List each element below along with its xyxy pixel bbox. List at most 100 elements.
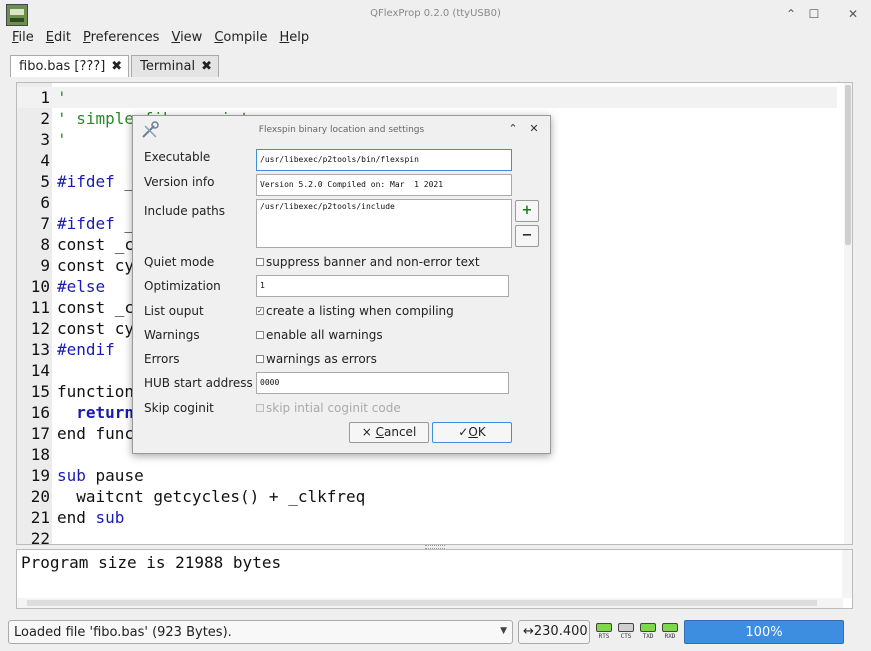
skip-coginit-checkbox[interactable]: skip intial coginit code — [256, 401, 401, 415]
progress-bar: 100% — [684, 620, 844, 644]
code-token: ' — [57, 88, 67, 107]
checkbox-box — [256, 258, 264, 266]
quiet-mode-checkbox[interactable]: suppress banner and non-error text — [256, 255, 480, 269]
output-vertical-scrollbar[interactable] — [842, 550, 852, 598]
editor-scrollbar[interactable] — [844, 83, 852, 544]
quiet-mode-label: Quiet mode — [144, 255, 215, 269]
line-text: #endif — [57, 339, 115, 360]
dialog-title-bar: Flexspin binary location and settings ⌃ … — [133, 116, 550, 144]
menu-help[interactable]: Help — [273, 29, 315, 49]
code-line[interactable]: 1 ' — [17, 87, 837, 108]
code-line[interactable]: 20 waitcnt getcycles() + _clkfreq — [17, 486, 837, 507]
line-number: 17 — [30, 424, 50, 443]
tab-close-icon[interactable]: ✖ — [111, 57, 122, 77]
status-message-combo[interactable]: Loaded file 'fibo.bas' (923 Bytes). ▼ — [8, 620, 513, 644]
menu-compile[interactable]: Compile — [208, 29, 273, 49]
code-line[interactable]: 22 — [17, 528, 837, 545]
code-line[interactable]: 19 sub pause — [17, 465, 837, 486]
title-bar: QFlexProp 0.2.0 (ttyUSB0) ⌃ ☐ ✕ — [0, 0, 871, 30]
code-token: const _c — [57, 298, 135, 317]
errors-checkbox[interactable]: warnings as errors — [256, 352, 377, 366]
menu-bar: File Edit Preferences View Compile Help — [6, 29, 315, 49]
add-include-path-button[interactable]: + — [515, 200, 539, 222]
code-token: function — [57, 382, 135, 401]
include-paths-list[interactable]: /usr/libexec/p2tools/include — [256, 199, 512, 248]
led-lamp — [596, 623, 612, 632]
warnings-checkbox[interactable]: enable all warnings — [256, 328, 383, 342]
line-number: 20 — [30, 487, 50, 506]
line-number: 16 — [30, 403, 50, 422]
line-number: 13 — [30, 340, 50, 359]
tab-label: Terminal — [140, 58, 196, 74]
hub-start-address-field[interactable]: 0000 — [256, 372, 509, 394]
ok-button[interactable]: ✓OK — [432, 422, 512, 443]
line-text: ' — [57, 129, 67, 150]
line-number: 14 — [30, 361, 50, 380]
output-pane[interactable]: Program size is 21988 bytes — [16, 549, 853, 609]
tab-close-icon[interactable]: ✖ — [201, 57, 212, 77]
listing-checkbox[interactable]: ✓ create a listing when compiling — [256, 304, 454, 318]
led-txd: TXD — [639, 623, 657, 640]
dialog-close-button[interactable]: ✕ — [527, 122, 541, 136]
line-number: 2 — [40, 109, 50, 128]
remove-include-path-button[interactable]: − — [515, 225, 539, 247]
skip-coginit-label: Skip coginit — [144, 401, 214, 415]
line-number: 21 — [30, 508, 50, 527]
output-text: Program size is 21988 bytes — [21, 553, 282, 572]
dropdown-arrow-icon: ▼ — [500, 626, 507, 636]
minimize-button[interactable]: ⌃ — [783, 6, 799, 22]
led-lamp — [618, 623, 634, 632]
line-number: 10 — [30, 277, 50, 296]
code-token: const _c — [57, 235, 135, 254]
cancel-button[interactable]: × Cancel — [349, 422, 429, 443]
menu-edit[interactable]: Edit — [40, 29, 77, 49]
tab-label: fibo.bas [???] — [19, 58, 106, 74]
tab-fibo[interactable]: fibo.bas [???] ✖ — [10, 55, 130, 77]
line-text: return — [57, 402, 134, 423]
line-number: 11 — [30, 298, 50, 317]
line-number: 19 — [30, 466, 50, 485]
led-label: RTS — [598, 633, 610, 640]
line-text: const cy — [57, 255, 134, 276]
code-token: end func — [57, 424, 135, 443]
menu-preferences[interactable]: Preferences — [77, 29, 165, 49]
scrollbar-thumb[interactable] — [845, 85, 851, 245]
line-text: #ifdef _ — [57, 213, 134, 234]
line-number: 4 — [40, 151, 50, 170]
optimization-field[interactable]: 1 — [256, 275, 509, 297]
warnings-label: Warnings — [144, 328, 200, 342]
code-token: end — [57, 508, 96, 527]
scrollbar-thumb[interactable] — [27, 600, 817, 606]
flexspin-settings-dialog: Flexspin binary location and settings ⌃ … — [132, 115, 551, 454]
executable-field[interactable]: /usr/libexec/p2tools/bin/flexspin — [256, 149, 512, 171]
menu-file[interactable]: File — [6, 29, 40, 49]
menu-view[interactable]: View — [165, 29, 208, 49]
line-text: #else — [57, 276, 105, 297]
close-button[interactable]: ✕ — [845, 6, 861, 22]
tab-bar: fibo.bas [???] ✖ Terminal ✖ — [10, 55, 221, 77]
code-line[interactable]: 21 end sub — [17, 507, 837, 528]
baud-rate-indicator[interactable]: ↔230.400 — [518, 620, 590, 644]
line-number: 22 — [30, 529, 50, 545]
list-output-label: List ouput — [144, 304, 204, 318]
hub-start-address-label: HUB start address — [144, 376, 253, 390]
dialog-minimize-button[interactable]: ⌃ — [506, 122, 520, 136]
code-token: #ifdef — [57, 214, 115, 233]
cancel-icon: × — [361, 425, 372, 439]
maximize-button[interactable]: ☐ — [806, 6, 822, 22]
optimization-label: Optimization — [144, 279, 221, 293]
checkbox-box — [256, 404, 264, 412]
line-text: end func — [57, 423, 134, 444]
tab-terminal[interactable]: Terminal ✖ — [131, 55, 220, 77]
line-text: ' — [57, 87, 67, 108]
version-info-field[interactable]: Version 5.2.0 Compiled on: Mar 1 2021 — [256, 174, 512, 196]
code-token: #endif — [57, 340, 115, 359]
output-horizontal-scrollbar[interactable] — [17, 598, 843, 608]
led-rxd: RXD — [661, 623, 679, 640]
line-number: 9 — [40, 256, 50, 275]
line-text: #ifdef _ — [57, 171, 134, 192]
dialog-title: Flexspin binary location and settings — [258, 125, 425, 135]
code-token: return — [76, 403, 135, 422]
led-label: TXD — [642, 633, 654, 640]
